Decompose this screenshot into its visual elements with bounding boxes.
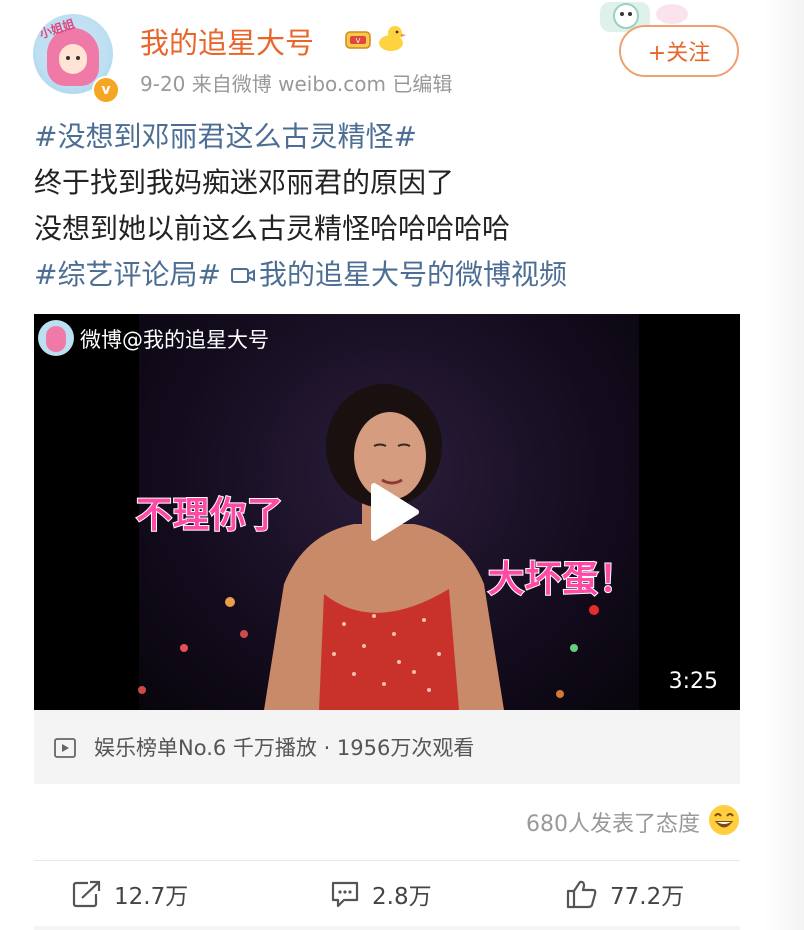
post-line: 没想到她以前这么古灵精怪哈哈哈哈哈: [34, 212, 511, 245]
username[interactable]: 我的追星大号: [140, 20, 314, 62]
duck-emoji-icon: [379, 26, 406, 51]
play-icon[interactable]: [360, 480, 424, 544]
follow-button[interactable]: +关注: [619, 25, 739, 77]
video-stats: 娱乐榜单No.6 千万播放 · 1956万次观看: [94, 736, 475, 760]
video-link-icon: [230, 268, 255, 283]
video-duration: 3:25: [668, 669, 718, 694]
post-meta: 9-20 来自微博 weibo.com 已编辑: [140, 72, 453, 96]
video-link[interactable]: 我的追星大号的微博视频: [259, 258, 567, 291]
video-stats-bar[interactable]: 娱乐榜单No.6 千万播放 · 1956万次观看: [34, 710, 740, 784]
topic-link[interactable]: #综艺评论局#: [34, 258, 221, 291]
comment-icon: [331, 881, 359, 908]
repost-count: 12.7万: [114, 884, 189, 910]
verified-badge-icon: v: [92, 76, 120, 104]
crown-icon: V: [345, 31, 371, 49]
topic-link[interactable]: #没想到邓丽君这么古灵精怪#: [34, 120, 417, 153]
video-player[interactable]: 微博@我的追星大号 不理你了 大坏蛋！ 3:25: [34, 314, 740, 710]
video-subtitle: 大坏蛋！: [487, 558, 637, 601]
svg-text:V: V: [356, 37, 361, 45]
bottom-edge: [34, 926, 740, 930]
comment-count: 2.8万: [372, 884, 432, 910]
comment-button[interactable]: 2.8万: [330, 872, 432, 916]
repost-button[interactable]: 12.7万: [72, 872, 188, 916]
video-play-box-icon: [54, 738, 76, 758]
divider: [34, 860, 740, 861]
video-subtitle: 不理你了: [135, 494, 285, 537]
attitude-count[interactable]: 680人发表了态度: [526, 806, 700, 838]
avatar-eye: [76, 56, 80, 60]
page-edge: [764, 0, 804, 930]
thumbs-up-icon: [566, 880, 597, 909]
like-button[interactable]: 77.2万: [566, 872, 684, 916]
like-count: 77.2万: [610, 884, 685, 910]
post-line: 终于找到我妈痴迷邓丽君的原因了: [34, 166, 455, 199]
avatar-face: [59, 44, 87, 74]
post-text: #没想到邓丽君这么古灵精怪# 终于找到我妈痴迷邓丽君的原因了 没想到她以前这么古…: [34, 114, 754, 298]
repost-icon: [72, 880, 101, 908]
avatar-eye: [66, 56, 70, 60]
laughing-emoji-icon[interactable]: [708, 804, 740, 836]
